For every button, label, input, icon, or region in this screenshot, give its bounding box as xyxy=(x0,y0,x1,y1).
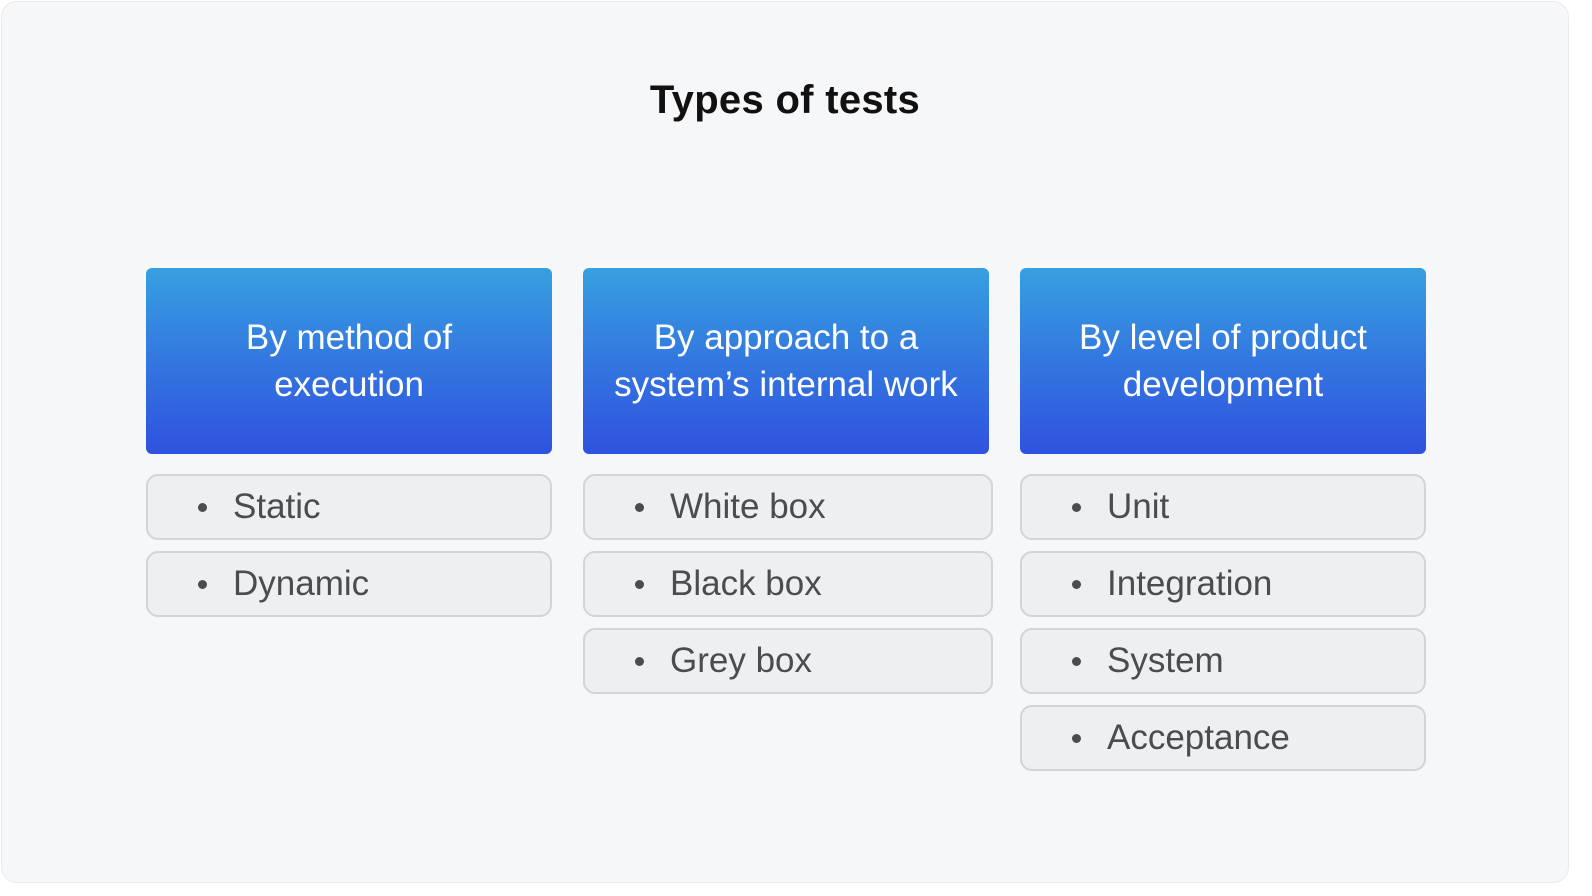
bullet-icon xyxy=(635,502,644,512)
item-label: Integration xyxy=(1107,564,1273,603)
diagram-card: Types of tests By method of execution St… xyxy=(1,1,1569,883)
bullet-icon xyxy=(635,579,644,589)
item-list: White box Black box Grey box xyxy=(583,474,993,694)
item-label: Unit xyxy=(1107,487,1170,526)
list-item: White box xyxy=(583,474,993,540)
list-item: Integration xyxy=(1020,551,1426,617)
bullet-icon xyxy=(1072,502,1081,512)
bullet-icon xyxy=(1072,733,1081,743)
bullet-icon xyxy=(198,502,207,512)
column-header: By method of execution xyxy=(146,268,552,454)
list-item: Black box xyxy=(583,551,993,617)
bullet-icon xyxy=(198,579,207,589)
column-level-of-development: By level of product development Unit Int… xyxy=(1020,268,1426,782)
list-item: Dynamic xyxy=(146,551,552,617)
list-item: Static xyxy=(146,474,552,540)
item-list: Unit Integration System Acceptance xyxy=(1020,474,1426,771)
column-method-of-execution: By method of execution Static Dynamic xyxy=(146,268,552,628)
item-label: System xyxy=(1107,641,1224,680)
bullet-icon xyxy=(1072,579,1081,589)
diagram-title: Types of tests xyxy=(649,78,921,122)
column-approach-internal-work: By approach to a system’s internal work … xyxy=(583,268,993,705)
item-label: Acceptance xyxy=(1107,718,1290,757)
list-item: Unit xyxy=(1020,474,1426,540)
item-list: Static Dynamic xyxy=(146,474,552,617)
list-item: Grey box xyxy=(583,628,993,694)
bullet-icon xyxy=(635,656,644,666)
item-label: White box xyxy=(670,487,826,526)
column-header: By approach to a system’s internal work xyxy=(583,268,989,454)
list-item: System xyxy=(1020,628,1426,694)
item-label: Grey box xyxy=(670,641,812,680)
bullet-icon xyxy=(1072,656,1081,666)
list-item: Acceptance xyxy=(1020,705,1426,771)
item-label: Dynamic xyxy=(233,564,370,603)
item-label: Black box xyxy=(670,564,822,603)
item-label: Static xyxy=(233,487,321,526)
column-header: By level of product development xyxy=(1020,268,1426,454)
